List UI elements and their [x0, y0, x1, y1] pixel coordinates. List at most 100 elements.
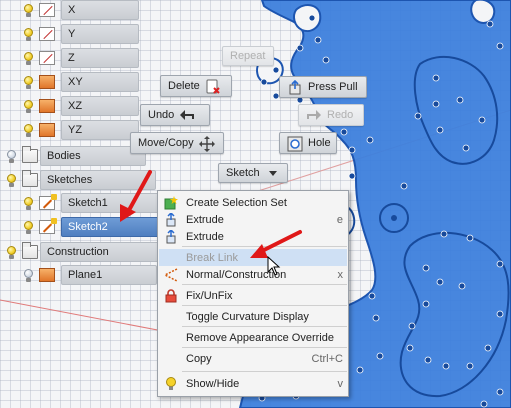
- lightbulb-icon[interactable]: [23, 197, 34, 210]
- undo-label: Undo: [148, 109, 175, 121]
- browser-item-label: Sketch1: [68, 197, 108, 209]
- menu-separator: [182, 371, 347, 372]
- plane-icon: [39, 75, 55, 89]
- delete-label: Delete: [168, 80, 200, 92]
- menu-separator: [182, 284, 347, 285]
- context-menu-item-label: Break Link: [186, 251, 238, 264]
- sketch-dropdown-button[interactable]: Sketch: [218, 163, 288, 183]
- context-menu-shortcut: v: [337, 377, 344, 390]
- mouse-cursor-icon: [267, 256, 281, 276]
- move-copy-button[interactable]: Move/Copy: [130, 132, 224, 154]
- axis-icon: [39, 3, 55, 17]
- lightbulb-icon[interactable]: [6, 246, 17, 259]
- context-menu-item-label: Remove Appearance Override: [186, 331, 334, 344]
- lightbulb-icon: [164, 376, 178, 391]
- menu-separator: [182, 246, 347, 247]
- context-menu-shortcut: e: [336, 213, 343, 226]
- browser-item-label: Plane1: [68, 269, 103, 281]
- browser-item-label: Sketches: [47, 174, 93, 186]
- browser-item-plane1[interactable]: Plane1: [61, 265, 157, 285]
- context-menu-item-remove-appearance-override[interactable]: Remove Appearance Override: [159, 329, 347, 346]
- context-menu-item-toggle-curvature-display[interactable]: Toggle Curvature Display: [159, 308, 347, 325]
- lightbulb-icon[interactable]: [23, 100, 34, 113]
- context-menu-item-show-hide[interactable]: Show/Hide v: [159, 375, 347, 392]
- folder-icon: [22, 170, 38, 187]
- press-pull-icon: [287, 79, 303, 95]
- context-menu-item-fix-unfix[interactable]: Fix/UnFix: [159, 287, 347, 304]
- delete-icon: [205, 79, 221, 94]
- context-menu-item-label: Create Selection Set: [186, 196, 287, 209]
- context-menu-item-label: Show/Hide: [186, 377, 240, 390]
- browser-item-label: Y: [68, 28, 76, 40]
- sketch-icon: [39, 218, 57, 234]
- browser-item-sketch1[interactable]: Sketch1: [61, 193, 165, 213]
- plane-icon: [39, 99, 55, 113]
- context-menu-item-normal-construction[interactable]: Normal/Construction x: [159, 266, 347, 283]
- press-pull-button[interactable]: Press Pull: [279, 76, 367, 98]
- browser-item-xz[interactable]: XZ: [61, 96, 139, 116]
- browser-item-xy[interactable]: XY: [61, 72, 139, 92]
- browser-item-label: Sketch2: [68, 221, 108, 233]
- lock-icon: [164, 288, 178, 303]
- browser-item-label: XZ: [68, 100, 83, 112]
- browser-item-sketch2[interactable]: Sketch2: [61, 217, 165, 237]
- context-menu-item-break-link[interactable]: Break Link: [159, 249, 347, 266]
- context-menu-item-extrude[interactable]: Extrude: [159, 228, 347, 245]
- lightbulb-icon[interactable]: [6, 174, 17, 187]
- axis-icon: [39, 51, 55, 65]
- lightbulb-icon[interactable]: [23, 4, 34, 17]
- browser-item-yz[interactable]: YZ: [61, 120, 139, 140]
- lightbulb-icon[interactable]: [23, 124, 34, 137]
- context-menu-item-label: Toggle Curvature Display: [186, 310, 309, 323]
- menu-separator: [182, 326, 347, 327]
- browser-item-x[interactable]: X: [61, 0, 139, 20]
- folder-icon: [22, 242, 38, 259]
- context-menu-item-copy[interactable]: Copy Ctrl+C: [159, 350, 347, 367]
- sketch-icon: [39, 194, 57, 210]
- lightbulb-icon[interactable]: [23, 269, 34, 282]
- lightbulb-icon[interactable]: [23, 221, 34, 234]
- repeat-label: Repeat: [230, 50, 266, 62]
- context-menu: Create Selection Set Extrude e Extrude Break…: [157, 190, 349, 397]
- context-menu-item-create-selection-set[interactable]: Create Selection Set: [159, 194, 347, 211]
- browser-item-construction[interactable]: Construction: [40, 242, 176, 262]
- selection-set-icon: [164, 195, 178, 210]
- context-menu-item-extrude[interactable]: Extrude e: [159, 211, 347, 228]
- lightbulb-icon[interactable]: [23, 76, 34, 89]
- move-arrows-icon: [198, 136, 215, 152]
- hole-icon: [287, 136, 303, 152]
- plane-icon: [39, 268, 55, 282]
- redo-button[interactable]: Redo: [298, 104, 364, 126]
- hole-button[interactable]: Hole: [279, 132, 337, 154]
- browser-item-y[interactable]: Y: [61, 24, 139, 44]
- menu-separator: [182, 305, 347, 306]
- lightbulb-icon[interactable]: [23, 52, 34, 65]
- folder-icon: [22, 146, 38, 163]
- delete-button[interactable]: Delete: [160, 75, 232, 97]
- hole-label: Hole: [308, 137, 331, 149]
- context-menu-item-label: Extrude: [186, 213, 224, 226]
- undo-arrow-icon: [179, 108, 195, 122]
- lightbulb-icon[interactable]: [6, 150, 17, 163]
- caret-down-icon: [268, 170, 277, 176]
- context-menu-item-label: Copy: [186, 352, 212, 365]
- undo-button[interactable]: Undo: [140, 104, 210, 126]
- redo-label: Redo: [327, 109, 354, 121]
- browser-item-sketches[interactable]: Sketches: [40, 170, 156, 190]
- browser-item-label: Z: [68, 52, 75, 64]
- browser-item-z[interactable]: Z: [61, 48, 139, 68]
- lightbulb-icon[interactable]: [23, 28, 34, 41]
- context-menu-shortcut: Ctrl+C: [311, 352, 343, 365]
- extrude-icon: [164, 211, 178, 227]
- construction-icon: [163, 267, 178, 282]
- context-menu-item-label: Extrude: [186, 230, 224, 243]
- press-pull-label: Press Pull: [308, 81, 358, 93]
- repeat-button[interactable]: Repeat: [222, 46, 274, 66]
- sketch-label: Sketch: [226, 167, 260, 179]
- axis-icon: [39, 27, 55, 41]
- browser-item-label: YZ: [68, 124, 83, 136]
- extrude-icon: [164, 228, 178, 244]
- browser-item-label: XY: [68, 76, 83, 88]
- browser-item-label: Bodies: [47, 150, 81, 162]
- menu-separator: [182, 347, 347, 348]
